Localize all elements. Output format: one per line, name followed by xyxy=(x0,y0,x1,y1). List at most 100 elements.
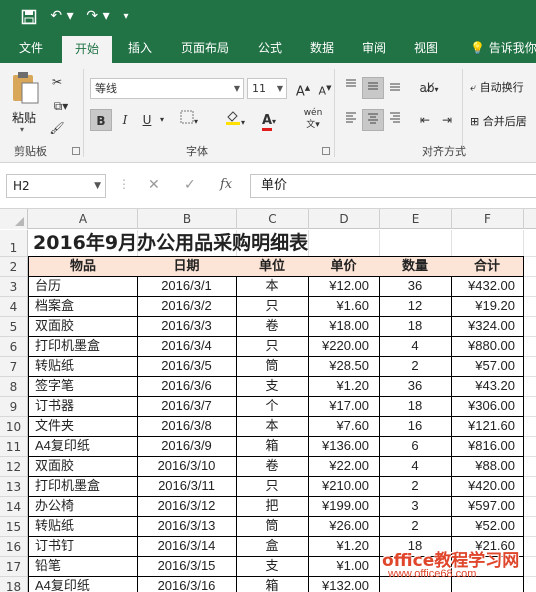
italic-button[interactable]: I xyxy=(114,109,136,131)
sheet-title[interactable]: 2016年9月办公用品采购明细表 xyxy=(29,230,308,257)
data-cell[interactable]: ¥1.20 xyxy=(308,376,380,397)
align-middle-icon[interactable] xyxy=(362,77,384,99)
formula-input[interactable]: 单价 xyxy=(250,174,536,198)
select-all-button[interactable] xyxy=(0,209,28,229)
data-cell[interactable]: 36 xyxy=(379,376,452,397)
data-cell[interactable]: 只 xyxy=(236,476,309,497)
data-cell[interactable]: ¥220.00 xyxy=(308,336,380,357)
data-cell[interactable]: 2016/3/3 xyxy=(137,316,237,337)
data-cell[interactable]: 个 xyxy=(236,396,309,417)
align-left-icon[interactable] xyxy=(340,109,362,131)
row-header[interactable]: 5 xyxy=(0,317,28,337)
data-cell[interactable]: 2016/3/6 xyxy=(137,376,237,397)
row-header[interactable]: 4 xyxy=(0,297,28,317)
tab-insert[interactable]: 插入 xyxy=(118,33,162,63)
row-header[interactable]: 12 xyxy=(0,457,28,477)
row-header[interactable]: 13 xyxy=(0,477,28,497)
data-cell[interactable]: ¥1.60 xyxy=(308,296,380,317)
data-cell[interactable]: 2 xyxy=(379,516,452,537)
data-cell[interactable]: 2016/3/7 xyxy=(137,396,237,417)
data-cell[interactable]: 2016/3/1 xyxy=(137,276,237,297)
row-header[interactable]: 1 xyxy=(0,230,28,257)
data-cell[interactable]: 6 xyxy=(379,436,452,457)
data-cell[interactable]: ¥88.00 xyxy=(451,456,524,477)
data-cell[interactable]: ¥28.50 xyxy=(308,356,380,377)
data-cell[interactable]: A4复印纸 xyxy=(28,576,138,592)
data-cell[interactable]: 2016/3/16 xyxy=(137,576,237,592)
row-header[interactable]: 18 xyxy=(0,577,28,592)
data-cell[interactable]: ¥43.20 xyxy=(451,376,524,397)
tab-view[interactable]: 视图 xyxy=(404,33,448,63)
row-header[interactable]: 9 xyxy=(0,397,28,417)
column-header-f[interactable]: F xyxy=(452,209,524,229)
data-cell[interactable]: 签字笔 xyxy=(28,376,138,397)
data-cell[interactable]: 只 xyxy=(236,336,309,357)
tell-me-box[interactable]: 💡 告诉我你 xyxy=(466,33,536,63)
data-cell[interactable]: ¥7.60 xyxy=(308,416,380,437)
data-cell[interactable]: ¥420.00 xyxy=(451,476,524,497)
increase-font-icon[interactable]: A▲ xyxy=(292,77,314,99)
data-cell[interactable]: ¥199.00 xyxy=(308,496,380,517)
data-cell[interactable]: 订书钉 xyxy=(28,536,138,557)
data-cell[interactable]: 打印机墨盒 xyxy=(28,336,138,357)
orientation-icon[interactable]: ab̸▾ xyxy=(414,77,444,99)
merge-center-button[interactable]: ⊞ 合并后居 xyxy=(470,113,527,129)
data-cell[interactable]: 箱 xyxy=(236,436,309,457)
paste-dropdown-icon[interactable]: ▾ xyxy=(20,125,24,134)
customize-qat-icon[interactable]: ▾ xyxy=(118,6,134,27)
data-cell[interactable]: 2016/3/4 xyxy=(137,336,237,357)
border-icon[interactable]: ▾ xyxy=(174,109,204,131)
tab-review[interactable]: 审阅 xyxy=(352,33,396,63)
data-cell[interactable]: 16 xyxy=(379,416,452,437)
header-cell[interactable]: 物品 xyxy=(28,256,138,277)
data-cell[interactable]: ¥1.00 xyxy=(308,556,380,577)
data-cell[interactable]: ¥210.00 xyxy=(308,476,380,497)
bold-button[interactable]: B xyxy=(90,109,112,131)
data-cell[interactable]: ¥22.00 xyxy=(308,456,380,477)
align-bottom-icon[interactable] xyxy=(384,77,406,99)
data-cell[interactable]: 2016/3/15 xyxy=(137,556,237,577)
data-cell[interactable]: 2016/3/12 xyxy=(137,496,237,517)
data-cell[interactable]: ¥324.00 xyxy=(451,316,524,337)
font-size-select[interactable]: 11 ▼ xyxy=(247,78,287,99)
undo-icon[interactable]: ↶ ▾ xyxy=(48,6,76,27)
underline-button[interactable]: U xyxy=(136,109,158,131)
data-cell[interactable]: 2 xyxy=(379,476,452,497)
data-cell[interactable]: 本 xyxy=(236,276,309,297)
data-cell[interactable]: ¥132.00 xyxy=(308,576,380,592)
insert-function-icon[interactable]: fx xyxy=(220,177,232,192)
column-header-next[interactable] xyxy=(524,209,536,229)
row-header[interactable]: 15 xyxy=(0,517,28,537)
data-cell[interactable]: 18 xyxy=(379,396,452,417)
clipboard-launcher-icon[interactable] xyxy=(72,147,80,155)
font-color-icon[interactable]: A▾ xyxy=(254,109,284,131)
data-cell[interactable]: 2016/3/9 xyxy=(137,436,237,457)
tab-data[interactable]: 数据 xyxy=(300,33,344,63)
header-cell[interactable]: 数量 xyxy=(379,256,452,277)
data-cell[interactable]: ¥136.00 xyxy=(308,436,380,457)
row-header[interactable]: 16 xyxy=(0,537,28,557)
data-cell[interactable]: ¥52.00 xyxy=(451,516,524,537)
paste-icon[interactable] xyxy=(10,71,44,107)
data-cell[interactable]: 支 xyxy=(236,556,309,577)
row-header[interactable]: 10 xyxy=(0,417,28,437)
font-launcher-icon[interactable] xyxy=(322,147,330,155)
data-cell[interactable]: 2016/3/8 xyxy=(137,416,237,437)
data-cell[interactable]: 铅笔 xyxy=(28,556,138,577)
data-cell[interactable]: 12 xyxy=(379,296,452,317)
align-top-icon[interactable] xyxy=(340,77,362,99)
fill-color-icon[interactable]: ▾ xyxy=(220,109,250,131)
data-cell[interactable]: 3 xyxy=(379,496,452,517)
data-cell[interactable]: ¥432.00 xyxy=(451,276,524,297)
data-cell[interactable]: 打印机墨盒 xyxy=(28,476,138,497)
cut-icon[interactable]: ✂ xyxy=(46,71,68,93)
font-family-select[interactable]: 等线 ▼ xyxy=(90,78,244,99)
data-cell[interactable]: 文件夹 xyxy=(28,416,138,437)
data-cell[interactable]: 本 xyxy=(236,416,309,437)
align-right-icon[interactable] xyxy=(384,109,406,131)
data-cell[interactable]: 筒 xyxy=(236,516,309,537)
data-cell[interactable]: 台历 xyxy=(28,276,138,297)
data-cell[interactable]: 箱 xyxy=(236,576,309,592)
data-cell[interactable]: 支 xyxy=(236,376,309,397)
underline-dropdown-icon[interactable]: ▾ xyxy=(156,109,168,131)
